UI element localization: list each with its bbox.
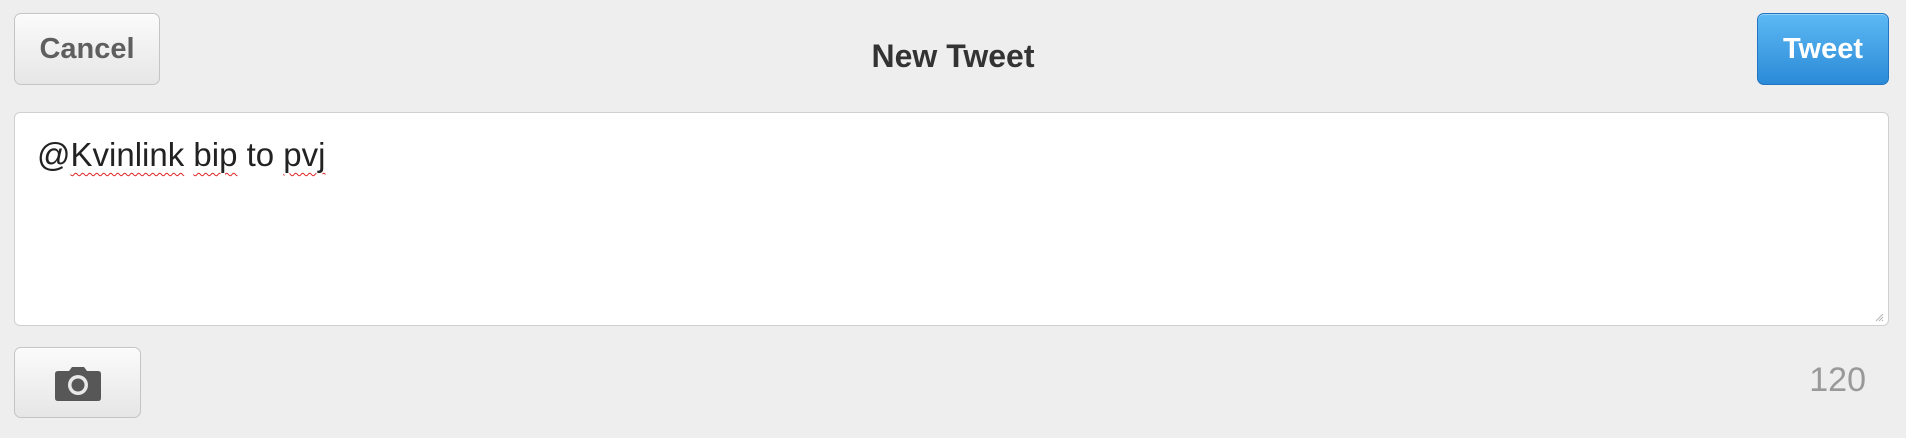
tweet-button[interactable]: Tweet	[1757, 13, 1889, 85]
tweet-text[interactable]: @Kvinlink bip to pvj	[37, 133, 325, 177]
page-title: New Tweet	[871, 38, 1035, 74]
text-segment: to	[237, 136, 284, 173]
character-count: 120	[1809, 361, 1866, 399]
misspelled-word: bip	[193, 136, 238, 173]
resize-grip-icon[interactable]	[1874, 312, 1884, 322]
add-photo-button[interactable]	[14, 347, 141, 418]
misspelled-word: Kvinlink	[70, 136, 185, 173]
camera-icon	[54, 366, 101, 401]
text-segment: @	[37, 136, 71, 173]
text-segment	[184, 136, 193, 173]
tweet-textarea[interactable]: @Kvinlink bip to pvj	[14, 112, 1889, 326]
misspelled-word: pvj	[283, 136, 326, 173]
